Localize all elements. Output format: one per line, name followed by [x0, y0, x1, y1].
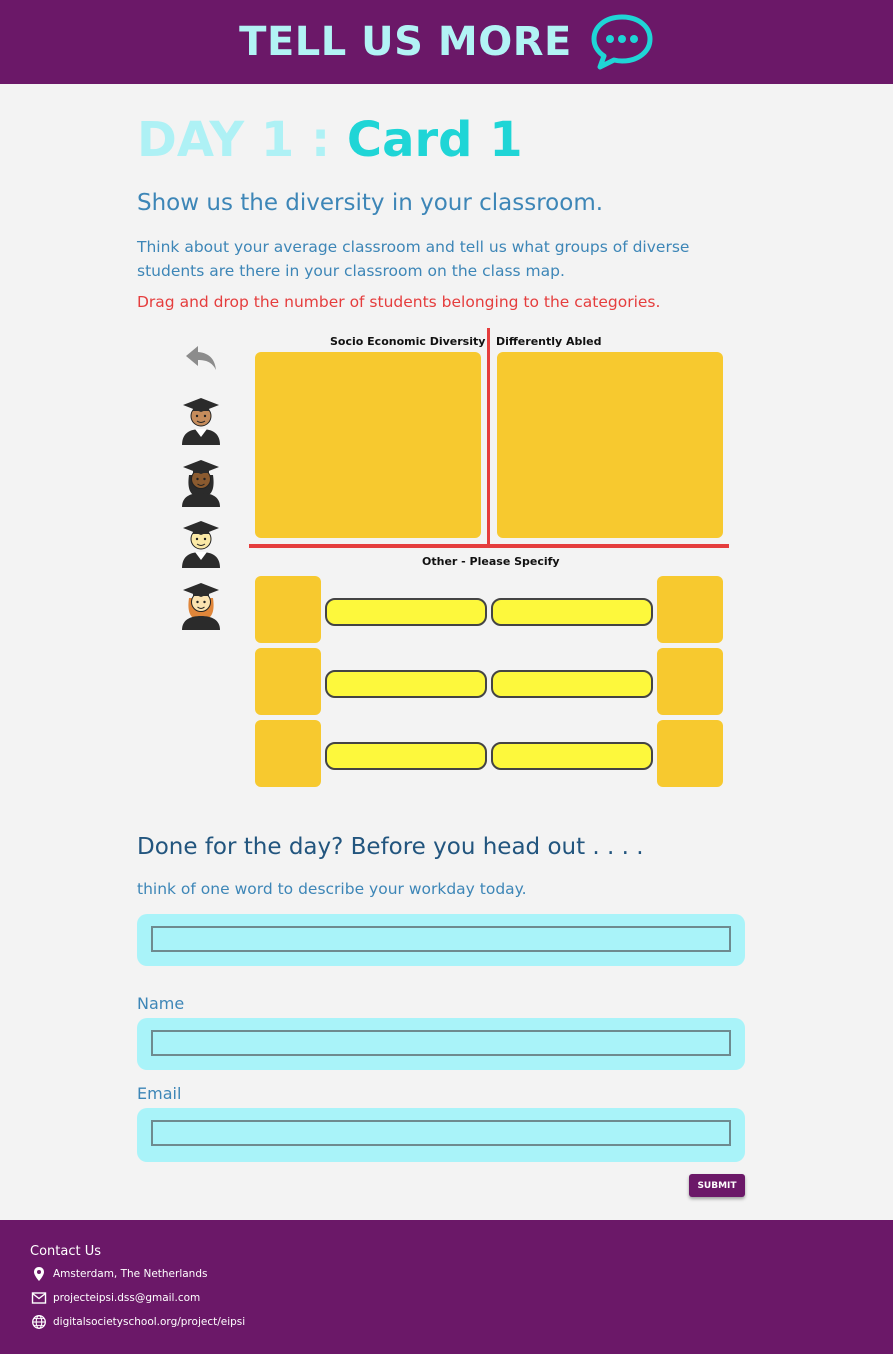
other-category-input[interactable]: [491, 742, 653, 770]
name-input[interactable]: [151, 1030, 731, 1056]
closing-prompt: think of one word to describe your workd…: [137, 880, 527, 898]
email-input[interactable]: [151, 1120, 731, 1146]
day-label: DAY 1 :: [137, 112, 331, 168]
submit-button[interactable]: SUBMIT: [689, 1174, 745, 1197]
footer-website-text[interactable]: digitalsocietyschool.org/project/eipsi: [53, 1316, 245, 1328]
quadrant-label-socio-economic: Socio Economic Diversity: [330, 335, 486, 348]
dropzone-other-left[interactable]: [255, 720, 321, 787]
card-intro: Think about your average classroom and t…: [137, 238, 690, 280]
dropzone-socio-economic[interactable]: [255, 352, 481, 538]
drag-instruction: Drag and drop the number of students bel…: [137, 293, 661, 311]
header-title: TELL US MORE: [239, 19, 572, 65]
footer-location-text: Amsterdam, The Netherlands: [53, 1268, 208, 1280]
page-header: TELL US MORE: [0, 0, 893, 84]
other-category-input[interactable]: [325, 670, 487, 698]
page-footer: Contact Us Amsterdam, The Netherlands pr…: [0, 1220, 893, 1354]
name-label: Name: [137, 994, 185, 1013]
name-field-container: [137, 1018, 745, 1070]
student-graduate-girl-icon[interactable]: [178, 578, 224, 630]
footer-email: projecteipsi.dss@gmail.com: [31, 1290, 200, 1306]
footer-website: digitalsocietyschool.org/project/eipsi: [31, 1314, 245, 1330]
dropzone-other-right[interactable]: [657, 720, 723, 787]
map-divider-horizontal: [249, 544, 729, 548]
footer-email-text[interactable]: projecteipsi.dss@gmail.com: [53, 1292, 200, 1304]
footer-location: Amsterdam, The Netherlands: [31, 1266, 207, 1282]
email-field-container: [137, 1108, 745, 1162]
card-label: Card 1: [346, 112, 523, 168]
email-label: Email: [137, 1084, 182, 1103]
quadrant-label-differently-abled: Differently Abled: [496, 335, 602, 348]
other-specify-label: Other - Please Specify: [422, 555, 560, 568]
dropzone-other-right[interactable]: [657, 576, 723, 643]
chat-bubble-icon: [591, 14, 653, 70]
footer-title: Contact Us: [30, 1244, 101, 1259]
page-title: DAY 1 : Card 1: [137, 112, 523, 168]
map-divider-vertical: [487, 328, 490, 546]
workday-word-input[interactable]: [151, 926, 731, 952]
student-graduate-woman-icon[interactable]: [178, 455, 224, 507]
globe-icon: [32, 1315, 46, 1329]
student-graduate-man-icon[interactable]: [178, 393, 224, 445]
card-subtitle: Show us the diversity in your classroom.: [137, 190, 604, 216]
student-graduate-boy-icon[interactable]: [178, 516, 224, 568]
word-field-container: [137, 914, 745, 966]
other-category-input[interactable]: [325, 742, 487, 770]
dropzone-other-left[interactable]: [255, 576, 321, 643]
undo-arrow-icon[interactable]: [184, 342, 218, 374]
dropzone-differently-abled[interactable]: [497, 352, 723, 538]
dropzone-other-left[interactable]: [255, 648, 321, 715]
other-category-input[interactable]: [491, 598, 653, 626]
other-category-input[interactable]: [325, 598, 487, 626]
dropzone-other-right[interactable]: [657, 648, 723, 715]
location-pin-icon: [34, 1267, 44, 1281]
closing-heading: Done for the day? Before you head out . …: [137, 834, 644, 860]
other-category-input[interactable]: [491, 670, 653, 698]
mail-icon: [31, 1292, 47, 1304]
